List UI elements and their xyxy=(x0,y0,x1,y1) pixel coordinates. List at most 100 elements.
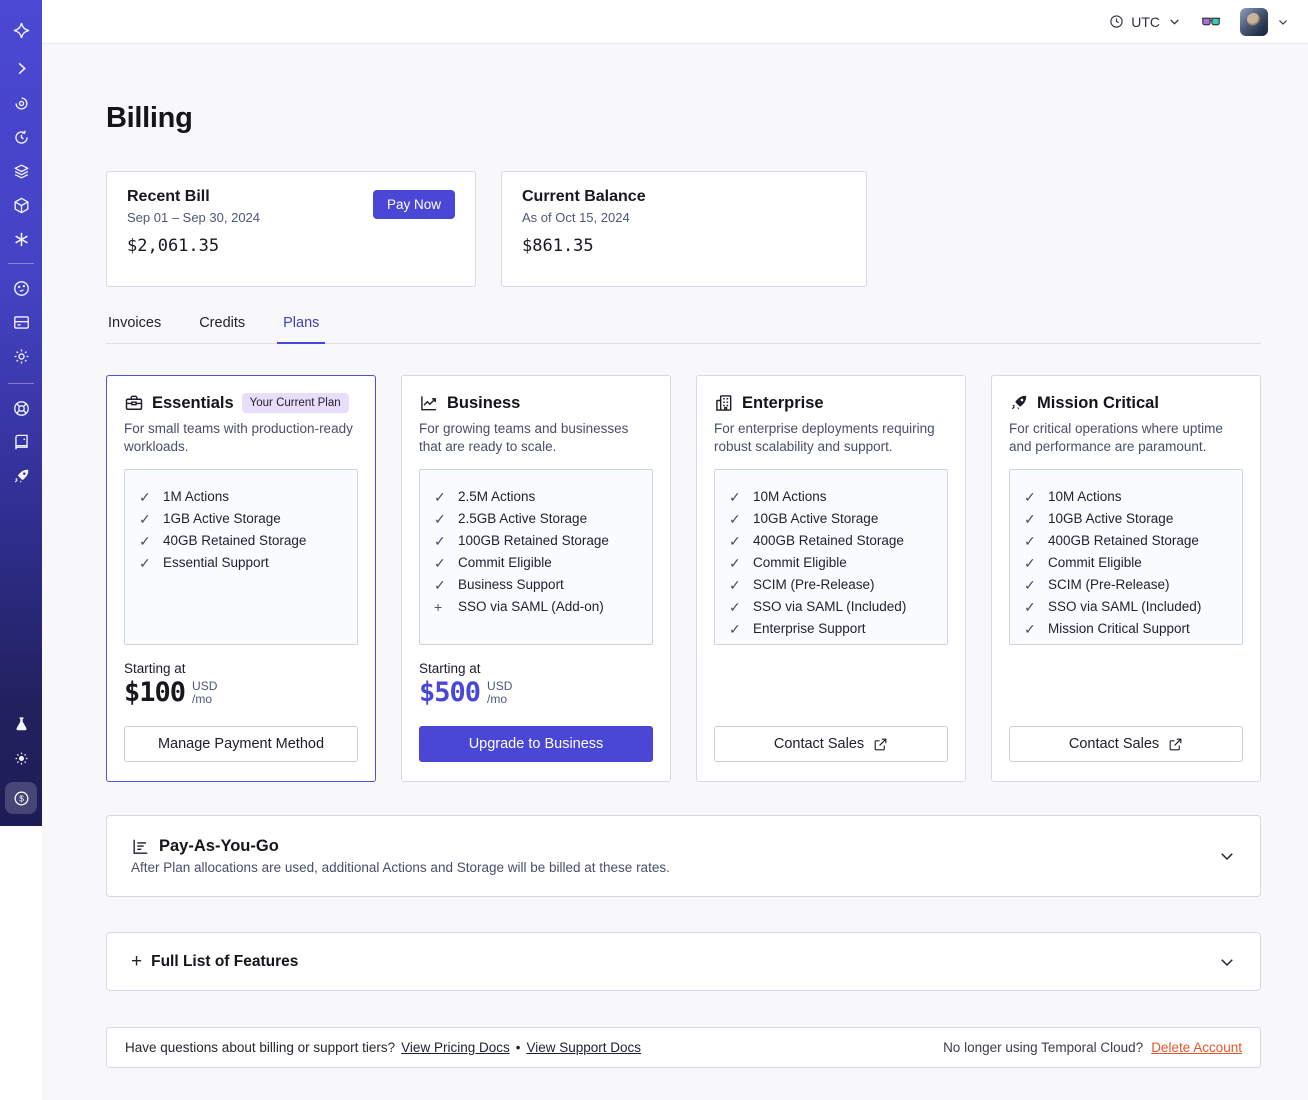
feature-item: ✓ 1GB Active Storage xyxy=(139,508,343,530)
feature-item: ✓ SCIM (Pre-Release) xyxy=(1024,574,1228,596)
settings-gear-icon[interactable] xyxy=(9,344,33,368)
price-block: Starting at $100 USD/mo xyxy=(124,661,358,708)
namespaces-spiral-icon[interactable] xyxy=(9,91,33,115)
check-icon: ✓ xyxy=(434,555,446,571)
plan-card-essentials: Essentials Your Current Plan For small t… xyxy=(106,375,376,782)
feature-item: + SSO via SAML (Add-on) xyxy=(434,596,638,618)
usage-face-icon[interactable] xyxy=(9,276,33,300)
feature-item: ✓ SCIM (Pre-Release) xyxy=(729,574,933,596)
billing-dollar-icon[interactable]: $ xyxy=(5,782,37,814)
tab-plans[interactable]: Plans xyxy=(277,315,326,344)
timezone-label: UTC xyxy=(1131,13,1160,30)
check-icon: ✓ xyxy=(139,533,151,549)
pricing-docs-link[interactable]: View Pricing Docs xyxy=(401,1040,510,1055)
feature-item: ✓ Business Support xyxy=(434,574,638,596)
check-icon: ✓ xyxy=(434,511,446,527)
delete-prompt: No longer using Temporal Cloud? xyxy=(943,1040,1144,1055)
tab-credits[interactable]: Credits xyxy=(197,315,247,343)
pay-now-button[interactable]: Pay Now xyxy=(372,190,455,219)
deployments-cube-icon[interactable] xyxy=(9,193,33,217)
plus-icon: + xyxy=(131,951,143,972)
starting-at-label: Starting at xyxy=(124,661,186,676)
recent-bill-card: Recent Bill Sep 01 – Sep 30, 2024 $2,061… xyxy=(106,171,476,287)
check-icon: ✓ xyxy=(729,533,741,549)
sidebar-divider xyxy=(8,263,34,264)
contact-sales-label: Contact Sales xyxy=(773,736,865,752)
price-block: Starting at $500 USD/mo xyxy=(419,661,653,708)
billing-card-icon[interactable] xyxy=(9,310,33,334)
contact-sales-label: Contact Sales xyxy=(1068,736,1160,752)
theme-sun-icon[interactable] xyxy=(9,746,33,770)
check-icon: ✓ xyxy=(729,621,741,637)
getting-started-rocket-icon[interactable] xyxy=(9,464,33,488)
feature-item: ✓ 2.5GB Active Storage xyxy=(434,508,638,530)
support-lifebuoy-icon[interactable] xyxy=(9,396,33,420)
plan-name: Business xyxy=(447,393,521,412)
upgrade-business-button[interactable]: Upgrade to Business xyxy=(419,726,653,762)
check-icon: ✓ xyxy=(1024,533,1036,549)
sidebar: $ xyxy=(0,0,42,826)
billing-tabs: Invoices Credits Plans xyxy=(106,315,1261,344)
docs-book-icon[interactable] xyxy=(9,430,33,454)
delete-account-link[interactable]: Delete Account xyxy=(1151,1040,1242,1055)
feature-item: ✓ 10M Actions xyxy=(1024,486,1228,508)
check-icon: ✓ xyxy=(1024,577,1036,593)
avatar[interactable] xyxy=(1240,7,1268,36)
tab-invoices[interactable]: Invoices xyxy=(106,315,163,343)
price-amount: $500 xyxy=(419,677,481,708)
plan-description: For small teams with production-ready wo… xyxy=(124,421,353,454)
nexus-asterisk-icon[interactable] xyxy=(9,227,33,251)
timezone-selector[interactable]: UTC xyxy=(1109,14,1182,30)
check-icon: ✓ xyxy=(729,489,741,505)
plans-grid: Essentials Your Current Plan For small t… xyxy=(106,375,1261,782)
check-icon: ✓ xyxy=(1024,489,1036,505)
current-balance-title: Current Balance xyxy=(522,188,646,205)
payg-accordion[interactable]: Pay-As-You-Go After Plan allocations are… xyxy=(106,815,1261,897)
footer-question: Have questions about billing or support … xyxy=(125,1040,396,1055)
glasses-icon[interactable] xyxy=(1200,11,1222,33)
price-period: /mo xyxy=(487,692,508,706)
layers-icon[interactable] xyxy=(9,159,33,183)
payg-title: Pay-As-You-Go xyxy=(159,837,279,855)
plan-name: Essentials xyxy=(152,393,234,412)
bar-chart-icon xyxy=(133,839,148,854)
feature-item: ✓ 40GB Retained Storage xyxy=(139,530,343,552)
current-balance-period: As of Oct 15, 2024 xyxy=(522,210,630,225)
account-menu[interactable] xyxy=(1240,7,1290,36)
features-accordion[interactable]: + Full List of Features xyxy=(106,932,1261,991)
chevron-down-icon[interactable] xyxy=(1218,847,1236,865)
chart-line-icon xyxy=(421,396,437,411)
current-balance-amount: $861.35 xyxy=(522,236,594,256)
main-content: UTC Billing Recent Bill Sep 01 – Sep 30,… xyxy=(42,0,1308,1100)
plan-card-mission-critical: Mission Critical For critical operations… xyxy=(991,375,1261,782)
schedules-clock-icon[interactable] xyxy=(9,125,33,149)
recent-bill-amount: $2,061.35 xyxy=(127,236,220,256)
feature-item: ✓ Commit Eligible xyxy=(1024,552,1228,574)
plan-feature-box: ✓ 2.5M Actions ✓ 2.5GB Active Storage ✓ 100… xyxy=(419,469,653,645)
rocket-icon xyxy=(1011,395,1027,410)
plan-name: Enterprise xyxy=(742,393,824,412)
contact-sales-button[interactable]: Contact Sales xyxy=(1009,726,1243,762)
support-docs-link[interactable]: View Support Docs xyxy=(526,1040,641,1055)
feature-item: ✓ 10M Actions xyxy=(729,486,933,508)
feature-item: ✓ Essential Support xyxy=(139,552,343,574)
expand-chevron-icon[interactable] xyxy=(9,56,33,80)
plan-feature-box: ✓ 1M Actions ✓ 1GB Active Storage ✓ 40GB Re… xyxy=(124,469,358,645)
check-icon: ✓ xyxy=(1024,555,1036,571)
price-currency: USD xyxy=(192,679,218,693)
check-icon: ✓ xyxy=(434,577,446,593)
manage-payment-button[interactable]: Manage Payment Method xyxy=(124,726,358,762)
check-icon: ✓ xyxy=(1024,621,1036,637)
plan-description: For enterprise deployments requiring rob… xyxy=(714,421,935,454)
contact-sales-button[interactable]: Contact Sales xyxy=(714,726,948,762)
footer-separator: • xyxy=(515,1040,521,1055)
starting-at-label: Starting at xyxy=(419,661,481,676)
check-icon: ✓ xyxy=(729,599,741,615)
temporal-logo-icon[interactable] xyxy=(9,18,33,42)
svg-text:$: $ xyxy=(19,793,24,803)
feature-item: ✓ 10GB Active Storage xyxy=(729,508,933,530)
chevron-down-icon[interactable] xyxy=(1218,953,1236,971)
check-icon: ✓ xyxy=(1024,599,1036,615)
labs-flask-icon[interactable] xyxy=(9,712,33,736)
price-period: /mo xyxy=(192,692,213,706)
